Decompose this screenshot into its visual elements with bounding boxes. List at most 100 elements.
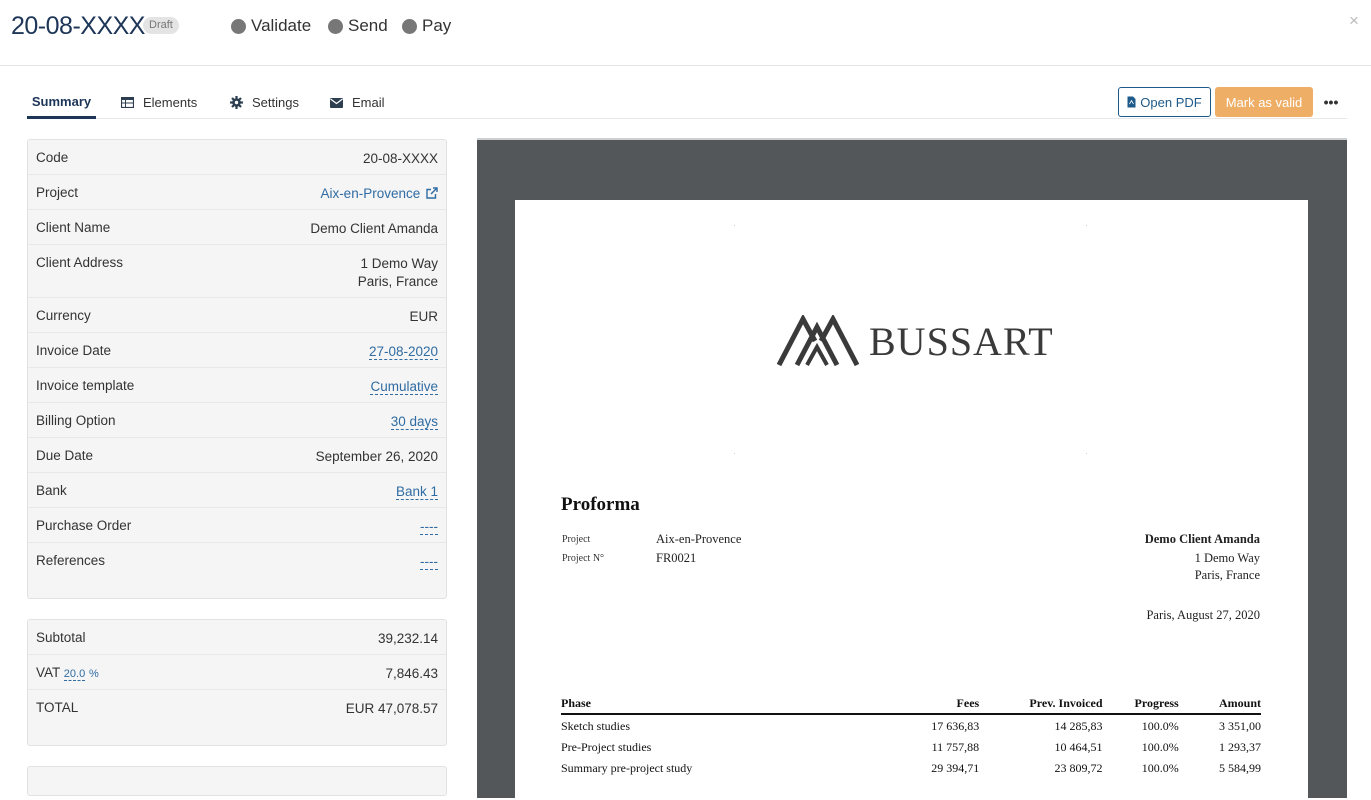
pdf-client-name: Demo Client Amanda: [1144, 532, 1260, 546]
tab-settings[interactable]: Settings: [230, 86, 299, 119]
detail-label: Invoice Date: [36, 343, 112, 358]
references-editable[interactable]: ----: [420, 554, 438, 570]
totals-value: EUR 47,078.57: [345, 701, 438, 716]
more-options-button[interactable]: •••: [1316, 87, 1346, 117]
detail-value: September 26, 2020: [315, 449, 438, 464]
template-editable[interactable]: Cumulative: [370, 379, 438, 395]
pdf-client-address-1: 1 Demo Way: [1194, 551, 1260, 565]
project-link-label: Aix-en-Provence: [320, 186, 421, 201]
step-validate[interactable]: Validate: [231, 16, 311, 36]
detail-row-client: Client Name Demo Client Amanda: [28, 210, 446, 245]
totals-label: Subtotal: [36, 630, 86, 645]
pdf-place-date: Paris, August 27, 2020: [1146, 608, 1260, 622]
billing-option-editable[interactable]: 30 days: [390, 414, 438, 430]
step-label: Pay: [422, 16, 452, 35]
step-dot-icon: [231, 18, 246, 34]
detail-row-purchase-order: Purchase Order ----: [28, 508, 446, 543]
table-row: Sketch studies 17 636,83 14 285,83 100.0…: [561, 714, 1261, 736]
bank-editable[interactable]: Bank 1: [395, 484, 438, 500]
detail-row-code: Code 20-08-XXXX: [28, 140, 446, 175]
invoice-details-panel: Code 20-08-XXXX Project Aix-en-Provence …: [27, 139, 447, 599]
detail-value: 1 Demo Way Paris, France: [358, 245, 438, 297]
table-row: Pre-Project studies 11 757,88 10 464,51 …: [561, 736, 1261, 757]
table-cell: 17 636,83: [931, 719, 980, 733]
table-cell: Sketch studies: [561, 719, 630, 733]
detail-label: Code: [36, 150, 69, 165]
totals-value: 7,846.43: [385, 666, 438, 681]
detail-row-address: Client Address 1 Demo Way Paris, France: [28, 245, 446, 298]
detail-row-due-date: Due Date September 26, 2020: [28, 438, 446, 473]
detail-label: Project: [36, 185, 79, 200]
totals-panel: Subtotal 39,232.14 VAT 20.0 % 7,846.43 T…: [27, 619, 447, 746]
tab-email[interactable]: Email: [330, 86, 385, 119]
table-icon: [121, 97, 134, 108]
column-header: Fees: [841, 695, 980, 715]
table-cell: 5 584,99: [1219, 761, 1261, 775]
column-header: Progress: [1102, 695, 1179, 715]
tab-summary[interactable]: Summary: [27, 86, 96, 119]
external-link-icon[interactable]: [426, 186, 438, 204]
open-pdf-button[interactable]: Open PDF: [1118, 87, 1211, 117]
tab-label: Summary: [31, 93, 92, 109]
detail-row-bank: Bank Bank 1: [28, 473, 446, 508]
purchase-order-editable[interactable]: ----: [420, 519, 438, 535]
table-cell: 14 285,83: [1054, 719, 1103, 733]
table-cell: 11 757,88: [931, 740, 980, 754]
detail-value: 20-08-XXXX: [362, 151, 438, 166]
totals-row-total: TOTAL EUR 47,078.57: [28, 690, 446, 725]
table-cell: 10 464,51: [1054, 740, 1103, 754]
column-header: Phase: [561, 695, 842, 715]
detail-row-invoice-date: Invoice Date 27-08-2020: [28, 333, 446, 368]
detail-label: References: [36, 553, 106, 568]
column-header: Prev. Invoiced: [979, 695, 1103, 715]
crop-mark: [734, 453, 735, 454]
detail-label: Billing Option: [36, 413, 116, 428]
detail-row-project: Project Aix-en-Provence: [28, 175, 446, 210]
table-cell: 100.0%: [1141, 740, 1179, 754]
table-cell: 3 351,00: [1219, 719, 1261, 733]
header-bar: 20-08-XXXX Draft Validate Send Pay ×: [0, 0, 1371, 66]
totals-label: VAT: [36, 665, 61, 680]
step-dot-icon: [328, 18, 343, 34]
close-icon[interactable]: ×: [1349, 11, 1359, 31]
pdf-phase-table: Phase Fees Prev. Invoiced Progress Amoun…: [561, 695, 1261, 778]
table-cell: 29 394,71: [931, 761, 980, 775]
address-line-1: 1 Demo Way: [360, 256, 438, 271]
tab-label: Email: [352, 95, 385, 110]
open-pdf-label: Open PDF: [1140, 94, 1202, 110]
detail-label: Currency: [36, 308, 91, 323]
table-cell: 100.0%: [1141, 761, 1179, 775]
detail-label: Bank: [36, 483, 67, 498]
totals-label: TOTAL: [36, 700, 79, 715]
status-badge: Draft: [143, 17, 179, 34]
step-send[interactable]: Send: [328, 16, 388, 36]
table-cell: 1 293,37: [1219, 740, 1261, 754]
project-link[interactable]: Aix-en-Provence: [320, 175, 438, 209]
table-row: Summary pre-project study 29 394,71 23 8…: [561, 757, 1261, 778]
mark-valid-button[interactable]: Mark as valid: [1215, 87, 1313, 117]
additional-panel: [27, 766, 447, 796]
tab-elements[interactable]: Elements: [121, 86, 197, 119]
detail-label: Invoice template: [36, 378, 135, 393]
detail-label: Due Date: [36, 448, 94, 463]
vat-rate-editable[interactable]: 20.0: [63, 668, 86, 681]
pdf-file-icon: [1127, 96, 1136, 108]
table-cell: Pre-Project studies: [561, 740, 652, 754]
vat-percent-sign: %: [88, 668, 99, 680]
pdf-client-address-2: Paris, France: [1194, 568, 1260, 582]
totals-row-subtotal: Subtotal 39,232.14: [28, 620, 446, 655]
table-header-row: Phase Fees Prev. Invoiced Progress Amoun…: [561, 695, 1261, 715]
detail-value: EUR: [409, 309, 438, 324]
invoice-date-editable[interactable]: 27-08-2020: [368, 344, 438, 360]
table-cell: Summary pre-project study: [561, 761, 693, 775]
table-cell: 23 809,72: [1054, 761, 1103, 775]
step-label: Validate: [251, 16, 312, 35]
logo-wordmark: BUSSART: [869, 318, 1054, 364]
pdf-title: Proforma: [561, 494, 640, 515]
tab-label: Settings: [252, 95, 299, 110]
step-pay[interactable]: Pay: [402, 16, 451, 36]
pdf-project-value: Aix-en-Provence: [656, 532, 742, 546]
step-label: Send: [348, 16, 388, 35]
step-dot-icon: [402, 18, 417, 34]
company-logo: BUSSART: [777, 315, 1054, 367]
